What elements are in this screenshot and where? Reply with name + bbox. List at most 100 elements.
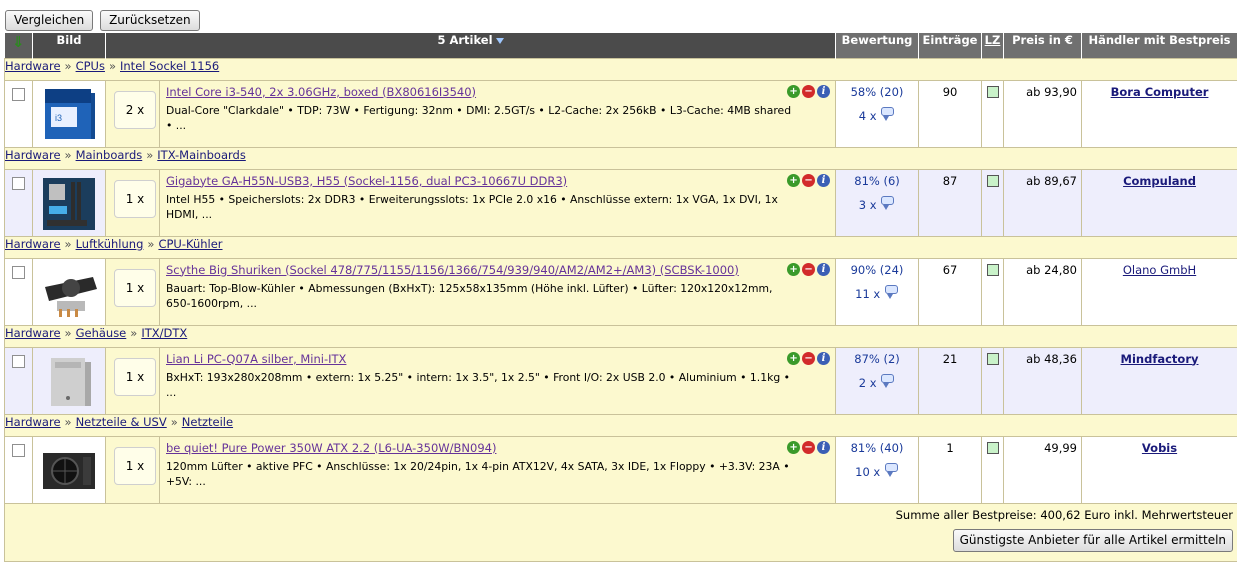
dealer-link[interactable]: Vobis <box>1142 441 1177 455</box>
remove-icon[interactable]: − <box>802 352 815 365</box>
quantity-box[interactable]: 1 x <box>114 358 156 396</box>
opinions-count[interactable]: 4 x <box>859 109 877 123</box>
opinions-link[interactable]: 2 x <box>836 374 918 390</box>
rating-link[interactable]: 87% (2) <box>836 348 918 366</box>
speech-bubble-icon[interactable] <box>884 285 899 300</box>
breadcrumb-link[interactable]: ITX-Mainboards <box>157 148 246 162</box>
rating-link[interactable]: 81% (40) <box>836 437 918 455</box>
breadcrumb-link[interactable]: Hardware <box>5 326 61 340</box>
sort-desc-icon[interactable] <box>496 38 504 44</box>
speech-bubble-icon[interactable] <box>884 463 899 478</box>
remove-icon[interactable]: − <box>802 263 815 276</box>
rating-link[interactable]: 81% (6) <box>836 170 918 188</box>
breadcrumb-separator: » <box>65 415 72 429</box>
product-image[interactable] <box>33 258 106 325</box>
column-header-artikel[interactable]: 5 Artikel <box>106 33 836 58</box>
product-name-link[interactable]: Lian Li PC-Q07A silber, Mini-ITX <box>160 348 835 366</box>
opinions-link[interactable]: 11 x <box>836 285 918 301</box>
breadcrumb-separator: » <box>109 59 116 73</box>
opinions-count[interactable]: 11 x <box>855 287 880 301</box>
reset-button[interactable]: Zurücksetzen <box>100 10 200 31</box>
breadcrumb-link[interactable]: Netzteile <box>182 415 233 429</box>
quantity-box[interactable]: 1 x <box>114 180 156 218</box>
breadcrumb-link[interactable]: Intel Sockel 1156 <box>120 59 219 73</box>
compare-button[interactable]: Vergleichen <box>5 10 93 31</box>
entries-count: 90 <box>919 80 982 147</box>
opinions-link[interactable]: 4 x <box>836 107 918 123</box>
product-image[interactable] <box>33 436 106 503</box>
cheapest-dealer-button[interactable]: Günstigste Anbieter für alle Artikel erm… <box>953 529 1233 552</box>
category-breadcrumb-row: Hardware»Mainboards»ITX-Mainboards <box>5 147 1237 169</box>
quantity-box[interactable]: 1 x <box>114 269 156 307</box>
sort-down-arrow-icon[interactable]: ⇓ <box>12 33 25 51</box>
info-icon[interactable]: i <box>817 352 830 365</box>
speech-bubble-icon[interactable] <box>880 107 895 122</box>
breadcrumb-link[interactable]: Gehäuse <box>76 326 127 340</box>
product-description: Bauart: Top-Blow-Kühler • Abmessungen (B… <box>160 277 835 311</box>
quantity-box[interactable]: 2 x <box>114 91 156 129</box>
remove-icon[interactable]: − <box>802 441 815 454</box>
product-name-link[interactable]: Intel Core i3-540, 2x 3.06GHz, boxed (BX… <box>160 81 835 99</box>
product-name-link[interactable]: Gigabyte GA-H55N-USB3, H55 (Sockel-1156,… <box>160 170 835 188</box>
opinions-link[interactable]: 3 x <box>836 196 918 212</box>
breadcrumb-link[interactable]: Mainboards <box>76 148 143 162</box>
add-icon[interactable]: + <box>787 441 800 454</box>
column-header-bild: Bild <box>33 33 106 58</box>
quantity-box[interactable]: 1 x <box>114 447 156 485</box>
artikel-count-label[interactable]: 5 Artikel <box>437 33 492 47</box>
sort-column-header[interactable]: ⇓ <box>5 33 33 58</box>
column-header-eintraege[interactable]: Einträge <box>919 33 982 58</box>
breadcrumb-link[interactable]: Luftkühlung <box>76 237 144 251</box>
info-icon[interactable]: i <box>817 263 830 276</box>
speech-bubble-icon[interactable] <box>880 374 895 389</box>
opinions-count[interactable]: 10 x <box>855 465 880 479</box>
product-image[interactable] <box>33 169 106 236</box>
select-checkbox[interactable] <box>12 266 25 279</box>
best-price: ab 89,67 <box>1004 169 1082 236</box>
dealer-link[interactable]: Bora Computer <box>1111 85 1209 99</box>
rating-link[interactable]: 90% (24) <box>836 259 918 277</box>
lz-label[interactable]: LZ <box>985 33 1001 47</box>
breadcrumb-link[interactable]: Hardware <box>5 59 61 73</box>
opinions-link[interactable]: 10 x <box>836 463 918 479</box>
breadcrumb-link[interactable]: Netzteile & USV <box>76 415 167 429</box>
speech-bubble-icon[interactable] <box>880 196 895 211</box>
breadcrumb-link[interactable]: CPUs <box>76 59 105 73</box>
remove-icon[interactable]: − <box>802 85 815 98</box>
opinions-count[interactable]: 2 x <box>859 376 877 390</box>
product-image[interactable]: i3 <box>33 80 106 147</box>
product-name-link[interactable]: be quiet! Pure Power 350W ATX 2.2 (L6-UA… <box>160 437 835 455</box>
info-icon[interactable]: i <box>817 441 830 454</box>
rating-link[interactable]: 58% (20) <box>836 81 918 99</box>
breadcrumb-separator: » <box>65 59 72 73</box>
breadcrumb-link[interactable]: Hardware <box>5 148 61 162</box>
column-header-lz[interactable]: LZ <box>982 33 1004 58</box>
product-name-link[interactable]: Scythe Big Shuriken (Sockel 478/775/1155… <box>160 259 835 277</box>
dealer-link[interactable]: Mindfactory <box>1121 352 1199 366</box>
add-icon[interactable]: + <box>787 174 800 187</box>
best-price: ab 48,36 <box>1004 347 1082 414</box>
product-image[interactable] <box>33 347 106 414</box>
dealer-link[interactable]: Compuland <box>1123 174 1196 188</box>
add-icon[interactable]: + <box>787 85 800 98</box>
breadcrumb-link[interactable]: Hardware <box>5 415 61 429</box>
breadcrumb-link[interactable]: CPU-Kühler <box>158 237 222 251</box>
select-checkbox[interactable] <box>12 177 25 190</box>
column-header-preis[interactable]: Preis in € <box>1004 33 1082 58</box>
add-icon[interactable]: + <box>787 263 800 276</box>
column-header-bewertung[interactable]: Bewertung <box>836 33 919 58</box>
category-breadcrumb-row: Hardware»Netzteile & USV»Netzteile <box>5 414 1237 436</box>
remove-icon[interactable]: − <box>802 174 815 187</box>
info-icon[interactable]: i <box>817 85 830 98</box>
select-checkbox[interactable] <box>12 355 25 368</box>
select-checkbox[interactable] <box>12 88 25 101</box>
info-icon[interactable]: i <box>817 174 830 187</box>
select-checkbox[interactable] <box>12 444 25 457</box>
entries-count: 21 <box>919 347 982 414</box>
product-row: 1 xGigabyte GA-H55N-USB3, H55 (Sockel-11… <box>5 169 1237 236</box>
dealer-link[interactable]: Olano GmbH <box>1123 263 1196 277</box>
breadcrumb-link[interactable]: ITX/DTX <box>141 326 187 340</box>
add-icon[interactable]: + <box>787 352 800 365</box>
breadcrumb-link[interactable]: Hardware <box>5 237 61 251</box>
opinions-count[interactable]: 3 x <box>859 198 877 212</box>
